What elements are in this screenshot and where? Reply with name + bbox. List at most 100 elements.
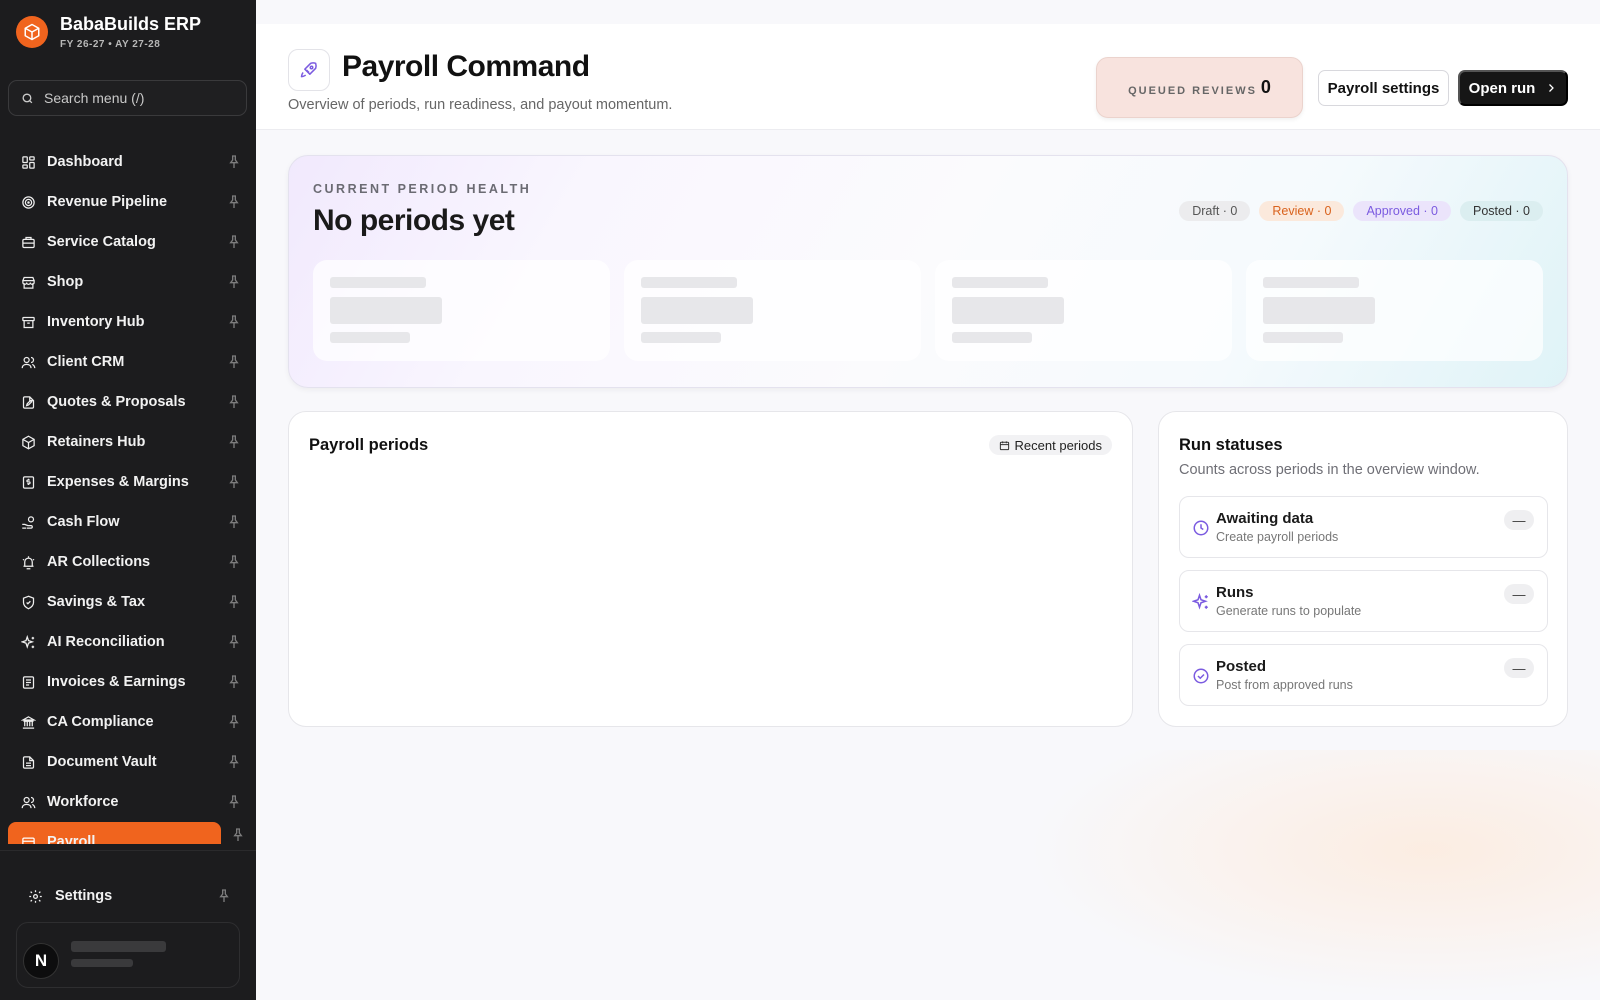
draft-pill: Draft · 0: [1179, 201, 1251, 221]
open-run-button[interactable]: Open run: [1458, 70, 1568, 106]
gear-icon: [29, 889, 42, 903]
pin-icon[interactable]: [226, 154, 242, 170]
status-row-runs[interactable]: Runs Generate runs to populate —: [1179, 570, 1548, 632]
sidebar-item-cash-flow[interactable]: Cash Flow: [8, 502, 246, 542]
sidebar-item-label: Service Catalog: [47, 234, 156, 250]
avatar: N: [23, 943, 59, 979]
health-title: No periods yet: [313, 204, 515, 237]
status-row-awaiting-data[interactable]: Awaiting data Create payroll periods —: [1179, 496, 1548, 558]
sidebar-item-savings-tax[interactable]: Savings & Tax: [8, 582, 246, 622]
sidebar-item-revenue-pipeline[interactable]: Revenue Pipeline: [8, 182, 246, 222]
sidebar: BabaBuilds ERP FY 26-27 • AY 27-28 Dashb…: [0, 0, 256, 1000]
users-icon: [20, 354, 36, 370]
pin-icon[interactable]: [216, 888, 232, 904]
sidebar-item-retainers-hub[interactable]: Retainers Hub: [8, 422, 246, 462]
pin-icon[interactable]: [226, 394, 242, 410]
background-glow: [1026, 750, 1600, 1000]
pin-icon[interactable]: [226, 434, 242, 450]
stat-tile-skeleton: [935, 260, 1232, 361]
sparkles-icon: [1192, 593, 1208, 610]
review-pill: Review · 0: [1259, 201, 1345, 221]
periods-title: Payroll periods: [309, 436, 429, 454]
stat-tile-skeleton: [313, 260, 610, 361]
pin-icon[interactable]: [226, 554, 242, 570]
sidebar-item-label: Client CRM: [47, 354, 125, 370]
pin-icon[interactable]: [226, 754, 242, 770]
sidebar-item-label: Shop: [47, 274, 84, 290]
brand[interactable]: BabaBuilds ERP FY 26-27 • AY 27-28: [16, 14, 201, 50]
pin-icon[interactable]: [226, 634, 242, 650]
pin-icon[interactable]: [226, 594, 242, 610]
page-subtitle: Overview of periods, run readiness, and …: [288, 97, 673, 113]
sidebar-item-label: AI Reconciliation: [47, 634, 165, 650]
sidebar-item-label: AR Collections: [47, 554, 151, 570]
stat-tile-skeleton: [624, 260, 921, 361]
page-title: Payroll Command: [342, 50, 590, 83]
posted-pill: Posted · 0: [1460, 201, 1543, 221]
brand-subtitle: FY 26-27 • AY 27-28: [60, 39, 161, 50]
clock-icon: [1193, 520, 1209, 536]
sidebar-item-document-vault[interactable]: Document Vault: [8, 742, 246, 782]
pin-icon[interactable]: [226, 314, 242, 330]
queued-reviews-count: 0: [1260, 77, 1271, 97]
sidebar-item-payroll[interactable]: Payroll: [8, 822, 221, 844]
alarm-icon: [20, 554, 36, 570]
hand-coins-icon: [20, 514, 36, 530]
receipt-icon: [20, 474, 36, 490]
sidebar-item-label: Quotes & Proposals: [47, 394, 186, 410]
statuses-subtitle: Counts across periods in the overview wi…: [1179, 462, 1480, 478]
package-icon: [20, 434, 36, 450]
sidebar-item-ar-collections[interactable]: AR Collections: [8, 542, 246, 582]
sidebar-item-client-crm[interactable]: Client CRM: [8, 342, 246, 382]
sidebar-item-service-catalog[interactable]: Service Catalog: [8, 222, 246, 262]
sidebar-item-label: Invoices & Earnings: [47, 674, 186, 690]
pin-icon[interactable]: [226, 514, 242, 530]
health-kicker: CURRENT PERIOD HEALTH: [313, 182, 532, 196]
sidebar-item-ca-compliance[interactable]: CA Compliance: [8, 702, 246, 742]
sidebar-item-shop[interactable]: Shop: [8, 262, 246, 302]
search-input[interactable]: [44, 90, 234, 106]
sidebar-item-dashboard[interactable]: Dashboard: [8, 142, 246, 182]
search-box[interactable]: [8, 80, 247, 116]
document-icon: [20, 754, 36, 770]
payroll-settings-button[interactable]: Payroll settings: [1318, 70, 1449, 106]
status-count: —: [1504, 658, 1534, 678]
dashboard-icon: [20, 154, 36, 170]
status-row-posted[interactable]: Posted Post from approved runs —: [1179, 644, 1548, 706]
pin-icon[interactable]: [226, 674, 242, 690]
user-card[interactable]: N: [16, 922, 240, 988]
wallet-icon: [20, 834, 36, 844]
settings-label: Settings: [55, 888, 113, 904]
invoice-icon: [20, 674, 36, 690]
status-title: Awaiting data: [1216, 510, 1314, 527]
pin-icon[interactable]: [226, 474, 242, 490]
sidebar-item-expenses-margins[interactable]: Expenses & Margins: [8, 462, 246, 502]
sidebar-item-label: Inventory Hub: [47, 314, 145, 330]
status-subtitle: Post from approved runs: [1216, 678, 1353, 692]
pin-icon[interactable]: [230, 827, 246, 843]
sidebar-item-label: Expenses & Margins: [47, 474, 189, 490]
user-name-placeholder: [71, 941, 166, 952]
pin-icon[interactable]: [226, 714, 242, 730]
queued-reviews-card[interactable]: QUEUED REVIEWS 0: [1096, 57, 1303, 118]
pin-icon[interactable]: [226, 794, 242, 810]
statuses-title: Run statuses: [1179, 436, 1283, 454]
pin-icon[interactable]: [226, 354, 242, 370]
sidebar-item-inventory-hub[interactable]: Inventory Hub: [8, 302, 246, 342]
sidebar-item-invoices-earnings[interactable]: Invoices & Earnings: [8, 662, 246, 702]
sidebar-item-workforce[interactable]: Workforce: [8, 782, 246, 822]
recent-periods-badge[interactable]: Recent periods: [988, 435, 1112, 455]
calendar-icon: [999, 440, 1009, 450]
sidebar-item-ai-reconciliation[interactable]: AI Reconciliation: [8, 622, 246, 662]
pin-icon[interactable]: [226, 234, 242, 250]
settings-button[interactable]: Settings: [16, 876, 240, 916]
pin-icon[interactable]: [226, 194, 242, 210]
page-header: Payroll Command Overview of periods, run…: [256, 24, 1600, 130]
search-icon: [22, 92, 33, 103]
status-count: —: [1504, 510, 1534, 530]
shield-icon: [20, 594, 36, 610]
pin-icon[interactable]: [226, 274, 242, 290]
sidebar-item-quotes-proposals[interactable]: Quotes & Proposals: [8, 382, 246, 422]
payroll-periods-card: Payroll periods Recent periods: [288, 411, 1133, 727]
target-icon: [20, 194, 36, 210]
